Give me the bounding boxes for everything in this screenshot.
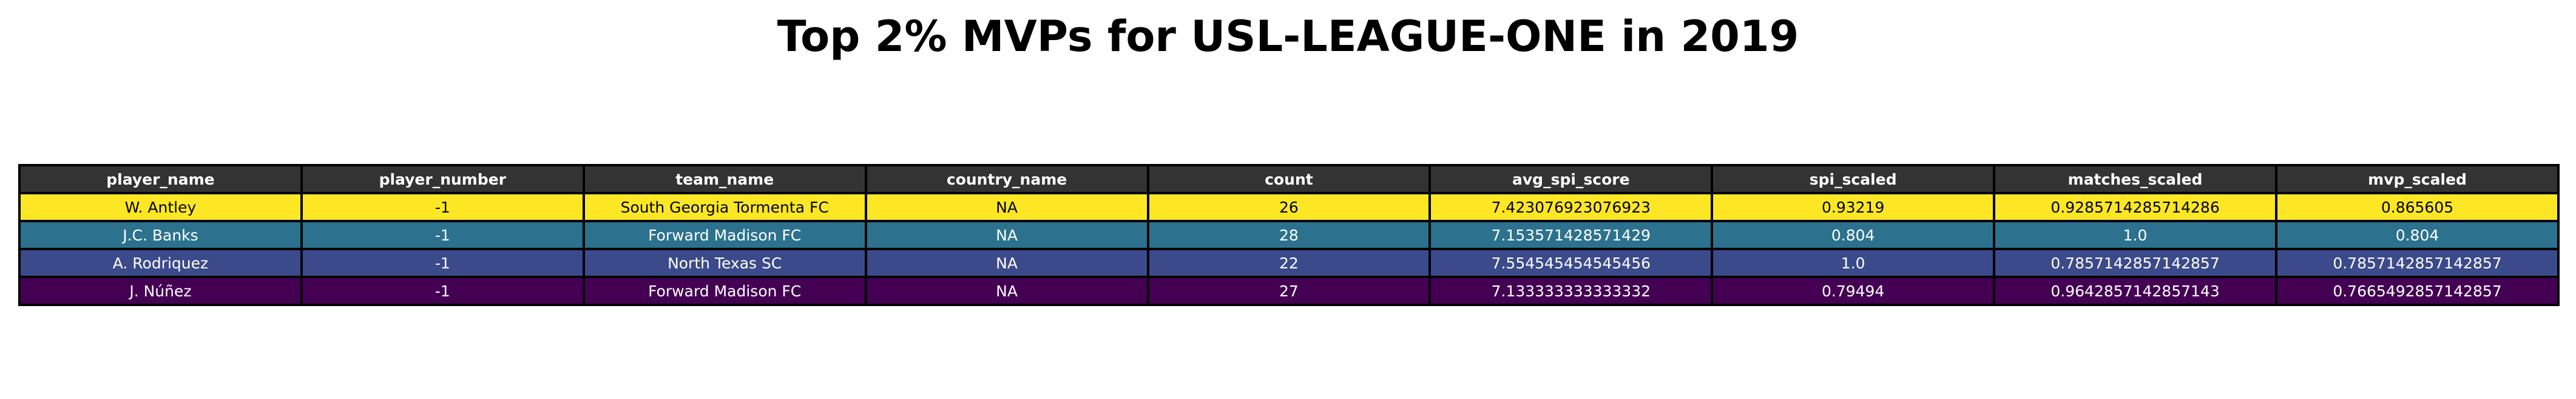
table-row: J.C. Banks -1 Forward Madison FC NA 28 7.1535… <box>18 220 2560 250</box>
mvp-table: player_name player_number team_name country… <box>18 164 2560 306</box>
cell-spi-scaled: 0.804 <box>1711 220 1996 250</box>
cell-team-name: South Georgia Tormenta FC <box>582 192 867 222</box>
cell-country-name: NA <box>864 220 1149 250</box>
column-header-player-number: player_number <box>300 164 585 194</box>
cell-matches-scaled: 0.9642857142857143 <box>1993 276 2277 306</box>
cell-spi-scaled: 0.93219 <box>1711 192 1996 222</box>
cell-avg-spi-score: 7.554545454545456 <box>1428 248 1714 278</box>
cell-player-number: -1 <box>300 248 585 278</box>
cell-country-name: NA <box>864 192 1149 222</box>
table-row: W. Antley -1 South Georgia Tormenta FC NA 26… <box>18 192 2560 222</box>
mvp-table-container: player_name player_number team_name country… <box>18 164 2560 306</box>
column-header-count: count <box>1146 164 1432 194</box>
column-header-team-name: team_name <box>582 164 867 194</box>
cell-matches-scaled: 0.7857142857142857 <box>1993 248 2277 278</box>
cell-player-name: J.C. Banks <box>18 220 303 250</box>
cell-country-name: NA <box>864 248 1149 278</box>
column-header-player-name: player_name <box>18 164 303 194</box>
cell-player-name: J. Núñez <box>18 276 303 306</box>
column-header-mvp-scaled: mvp_scaled <box>2275 164 2560 194</box>
cell-mvp-scaled: 0.865605 <box>2275 192 2560 222</box>
cell-mvp-scaled: 0.7857142857142857 <box>2275 248 2560 278</box>
cell-count: 28 <box>1146 220 1432 250</box>
column-header-avg-spi-score: avg_spi_score <box>1428 164 1714 194</box>
cell-mvp-scaled: 0.804 <box>2275 220 2560 250</box>
cell-matches-scaled: 1.0 <box>1993 220 2277 250</box>
cell-country-name: NA <box>864 276 1149 306</box>
table-row: A. Rodriquez -1 North Texas SC NA 22 7.554545… <box>18 248 2560 278</box>
cell-mvp-scaled: 0.7665492857142857 <box>2275 276 2560 306</box>
chart-title: Top 2% MVPs for USL-LEAGUE-ONE in 2019 <box>777 12 1799 61</box>
table-row: J. Núñez -1 Forward Madison FC NA 27 7.133333… <box>18 276 2560 306</box>
cell-team-name: North Texas SC <box>582 248 867 278</box>
cell-player-number: -1 <box>300 192 585 222</box>
cell-avg-spi-score: 7.153571428571429 <box>1428 220 1714 250</box>
cell-player-number: -1 <box>300 220 585 250</box>
cell-count: 26 <box>1146 192 1432 222</box>
cell-player-name: A. Rodriquez <box>18 248 303 278</box>
column-header-spi-scaled: spi_scaled <box>1711 164 1996 194</box>
cell-player-number: -1 <box>300 276 585 306</box>
column-header-matches-scaled: matches_scaled <box>1993 164 2277 194</box>
cell-spi-scaled: 0.79494 <box>1711 276 1996 306</box>
cell-player-name: W. Antley <box>18 192 303 222</box>
cell-matches-scaled: 0.9285714285714286 <box>1993 192 2277 222</box>
table-body: W. Antley -1 South Georgia Tormenta FC NA 26… <box>18 192 2560 306</box>
cell-team-name: Forward Madison FC <box>582 220 867 250</box>
cell-spi-scaled: 1.0 <box>1711 248 1996 278</box>
column-header-country-name: country_name <box>864 164 1149 194</box>
cell-count: 22 <box>1146 248 1432 278</box>
cell-count: 27 <box>1146 276 1432 306</box>
cell-team-name: Forward Madison FC <box>582 276 867 306</box>
cell-avg-spi-score: 7.133333333333332 <box>1428 276 1714 306</box>
cell-avg-spi-score: 7.423076923076923 <box>1428 192 1714 222</box>
header-row: player_name player_number team_name country… <box>18 164 2560 194</box>
